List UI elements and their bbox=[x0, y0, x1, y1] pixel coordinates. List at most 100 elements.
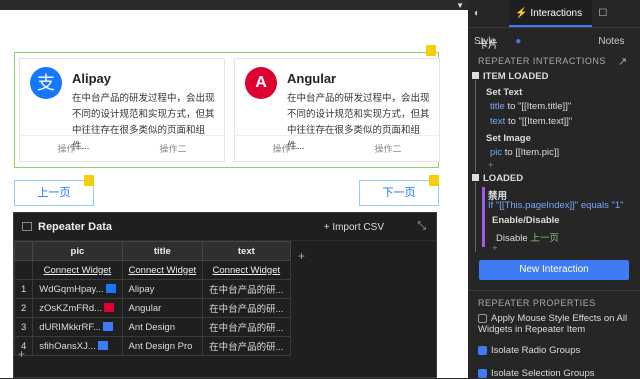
section-title: REPEATER PROPERTIES bbox=[478, 298, 596, 308]
title-cell[interactable]: Ant Design Pro bbox=[121, 336, 204, 356]
text-cell[interactable]: 在中台产品的研... bbox=[202, 317, 291, 337]
repeater-data-title: Repeater Data bbox=[38, 220, 112, 233]
open-external-icon[interactable]: ↗ bbox=[618, 55, 627, 68]
checkbox[interactable] bbox=[478, 313, 487, 323]
column-header[interactable]: text bbox=[202, 241, 291, 261]
column-header[interactable]: title bbox=[121, 241, 204, 261]
action-two-link[interactable]: 操作二 bbox=[337, 136, 439, 161]
connect-widget-link[interactable]: Connect Widget bbox=[121, 260, 204, 280]
table-row[interactable]: 1 WdGqmHpay... Alipay 在中台产品的研... bbox=[13, 279, 291, 299]
repeater-widget[interactable]: ⚡ 支 Alipay 在中台产品的研发过程中，会出现不同的设计规范和实现方式，但… bbox=[14, 45, 440, 168]
prop-isolate-selection[interactable]: Isolate Selection Groups bbox=[478, 368, 640, 379]
repeater-properties-section: REPEATER PROPERTIES bbox=[478, 298, 640, 309]
add-row-button[interactable]: + bbox=[18, 347, 25, 361]
image-thumbnail-icon bbox=[104, 303, 115, 313]
tab-interactions-label: Interactions bbox=[530, 8, 583, 19]
table-row[interactable]: 3 dURIMkkrRF... Ant Design 在中台产品的研... bbox=[13, 317, 291, 337]
text-cell[interactable]: 在中台产品的研... bbox=[202, 336, 291, 356]
row-number: 3 bbox=[13, 317, 34, 337]
image-thumbnail-icon bbox=[103, 322, 114, 332]
connect-widget-row: Connect Widget Connect Widget Connect Wi… bbox=[13, 260, 291, 280]
action-set-text[interactable]: Set Text bbox=[486, 87, 640, 98]
title-cell[interactable]: Ant Design bbox=[121, 317, 204, 337]
prop-mouse-style[interactable]: Apply Mouse Style Effects on All Widgets… bbox=[478, 313, 638, 335]
tab-style[interactable]: ◐ Style bbox=[468, 0, 509, 47]
dropdown-caret-icon[interactable]: ▼ bbox=[456, 1, 464, 10]
event-label: ITEM LOADED bbox=[483, 71, 549, 82]
checkbox[interactable] bbox=[478, 368, 487, 378]
text-cell[interactable]: 在中台产品的研... bbox=[202, 279, 291, 299]
event-loaded[interactable]: LOADED bbox=[472, 173, 640, 184]
pic-value: WdGqmHpay... bbox=[39, 283, 104, 295]
table-icon bbox=[22, 222, 32, 231]
checkbox-label: Isolate Radio Groups bbox=[491, 345, 581, 356]
interaction-bolt-icon: ⚡ bbox=[426, 45, 436, 56]
card-title: Angular bbox=[287, 71, 337, 86]
sidebar-tabs: ◐ Style ⚡ Interactions ● ☐ Notes bbox=[468, 0, 640, 47]
tab-interactions[interactable]: ⚡ Interactions ● bbox=[509, 0, 593, 47]
action-set-image[interactable]: Set Image bbox=[486, 133, 640, 144]
pic-cell[interactable]: dURIMkkrRF... bbox=[32, 317, 123, 337]
title-cell[interactable]: Alipay bbox=[121, 279, 204, 299]
interaction-bolt-icon: ⚡ bbox=[84, 175, 94, 186]
add-action-button[interactable]: + bbox=[488, 160, 640, 171]
card-alipay[interactable]: 支 Alipay 在中台产品的研发过程中，会出现不同的设计规范和实现方式，但其中… bbox=[19, 58, 225, 162]
add-column-button[interactable]: + bbox=[298, 249, 305, 263]
new-interaction-button[interactable]: New Interaction bbox=[479, 260, 629, 280]
target-value: to "[[Item.text]]" bbox=[507, 116, 573, 127]
target-value: to [[Item.pic]] bbox=[504, 147, 560, 158]
pic-cell[interactable]: zOsKZmFRd... bbox=[32, 298, 123, 318]
image-thumbnail-icon bbox=[105, 284, 116, 294]
target-widget: title bbox=[490, 101, 505, 112]
divider bbox=[468, 290, 640, 291]
widget-name: 卡片 bbox=[478, 40, 498, 51]
pic-cell[interactable]: WdGqmHpay... bbox=[32, 279, 123, 299]
canvas: ▼ ⚡ 支 Alipay 在中台产品的研发过程中，会出现不同的设计规范和实现方式… bbox=[0, 0, 468, 378]
target-title[interactable]: title to "[[Item.title]]" bbox=[490, 101, 640, 112]
tab-notes-label: Notes bbox=[598, 36, 625, 47]
active-dot-icon: ● bbox=[515, 36, 522, 47]
collapse-icon[interactable]: ⤡ bbox=[417, 220, 426, 233]
target-widget: pic bbox=[490, 147, 503, 158]
target-pic[interactable]: pic to [[Item.pic]] bbox=[490, 147, 640, 158]
table-row[interactable]: 2 zOsKZmFRd... Angular 在中台产品的研... bbox=[13, 298, 291, 318]
prev-page-button[interactable]: 上一页 ⚡ bbox=[14, 175, 94, 206]
card-title: Alipay bbox=[72, 71, 112, 86]
checkbox[interactable] bbox=[478, 345, 487, 355]
event-item-loaded[interactable]: ITEM LOADED bbox=[472, 71, 640, 82]
action-enable-disable[interactable]: Enable/Disable bbox=[492, 215, 640, 226]
row-number-header bbox=[13, 241, 34, 261]
case-bar bbox=[482, 187, 485, 247]
next-page-button[interactable]: 下一页 ⚡ bbox=[359, 175, 439, 206]
event-marker-icon bbox=[472, 174, 479, 181]
action-one-link[interactable]: 操作一 bbox=[20, 136, 122, 161]
add-action-button[interactable]: + bbox=[492, 243, 640, 254]
card-angular[interactable]: A Angular 在中台产品的研发过程中，会出现不同的设计规范和实现方式，但其… bbox=[234, 58, 440, 162]
import-csv-label: Import CSV bbox=[332, 222, 384, 233]
case-condition[interactable]: If "[[This.pageIndex]]" equals "1" bbox=[488, 200, 640, 211]
card-actions: 操作一 操作二 bbox=[20, 135, 224, 161]
tab-notes[interactable]: ☐ Notes bbox=[592, 0, 640, 47]
text-cell[interactable]: 在中台产品的研... bbox=[202, 298, 291, 318]
target-disable[interactable]: Disable 上一页 bbox=[496, 230, 640, 244]
table-header-row: pic title text bbox=[13, 241, 291, 261]
angular-logo-icon: A bbox=[245, 67, 277, 99]
empty-cell bbox=[13, 260, 34, 280]
event-line bbox=[475, 182, 476, 252]
prev-page-label: 上一页 bbox=[37, 187, 71, 199]
target-value: to "[[Item.title]]" bbox=[507, 101, 572, 112]
prop-isolate-radio[interactable]: Isolate Radio Groups bbox=[478, 345, 640, 356]
repeater-interactions-section: REPEATER INTERACTIONS bbox=[478, 56, 640, 67]
action-two-link[interactable]: 操作二 bbox=[122, 136, 224, 161]
column-header[interactable]: pic bbox=[32, 241, 123, 261]
title-cell[interactable]: Angular bbox=[121, 298, 204, 318]
target-text[interactable]: text to "[[Item.text]]" bbox=[490, 116, 640, 127]
action-one-link[interactable]: 操作一 bbox=[235, 136, 337, 161]
event-label: LOADED bbox=[483, 173, 524, 184]
import-csv-button[interactable]: + Import CSV bbox=[324, 222, 384, 233]
connect-widget-link[interactable]: Connect Widget bbox=[202, 260, 291, 280]
table-row[interactable]: 4 sfihOansXJ... Ant Design Pro 在中台产品的研..… bbox=[13, 336, 291, 356]
repeater-data-table: pic title text Connect Widget Connect Wi… bbox=[13, 241, 291, 356]
connect-widget-link[interactable]: Connect Widget bbox=[32, 260, 123, 280]
pic-cell[interactable]: sfihOansXJ... bbox=[32, 336, 123, 356]
